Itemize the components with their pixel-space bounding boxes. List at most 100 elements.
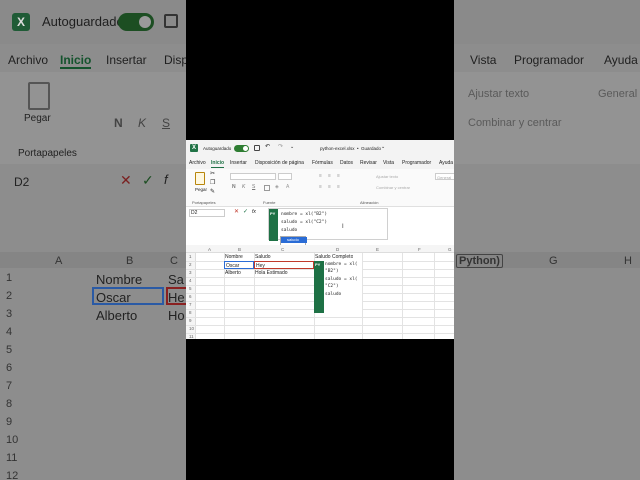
column-header-c[interactable]: C [281,246,284,253]
cell-c1[interactable]: Saludo [254,253,271,261]
column-header-f[interactable]: F [418,246,421,253]
row-number-5[interactable]: 5 [189,285,192,292]
column-header-a[interactable]: A [208,246,211,253]
clipboard-group-label: Portapapeles [192,200,216,205]
autocomplete-item-1-label: saludo [287,237,299,242]
align-top-icon[interactable]: ≡ [319,173,322,180]
row-number-10[interactable]: 10 [189,325,194,332]
tab-programador[interactable]: Programador [402,160,431,167]
tab-insertar[interactable]: Insertar [230,160,247,167]
format-painter-icon[interactable]: ✎ [210,189,215,196]
tab-disposicion[interactable]: Disposición de página [255,160,304,167]
italic-button[interactable]: K [242,184,245,191]
row-number-2[interactable]: 2 [189,261,192,268]
cell-code-line-5: saludo [325,292,342,297]
tab-ayuda[interactable]: Ayuda [439,160,453,167]
cell-c2[interactable]: Hey [254,261,314,269]
align-middle-icon[interactable]: ≡ [328,173,331,180]
cell-b1[interactable]: Nombre [224,253,243,261]
background-tab-programador: Programador [514,53,585,67]
letterbox-bottom-band [186,339,454,480]
chevron-down-icon[interactable]: ⌄ [381,144,385,151]
redo-icon[interactable]: ↷ [278,144,283,151]
align-center-icon[interactable]: ≡ [328,184,331,191]
cell-d2-python-editor[interactable]: PY nombre = xl( "B2") saludo = xl( "C2")… [314,261,362,313]
cell-b2[interactable]: Oscar [224,261,254,269]
name-box[interactable]: D2 [189,209,225,217]
excel-icon: X [190,144,198,152]
title-bar: X Autoguardado ↶ ↷ ⌄ python-excel.xlsx •… [186,140,454,157]
align-right-icon[interactable]: ≡ [337,184,340,191]
excel-window: X Autoguardado ↶ ↷ ⌄ python-excel.xlsx •… [186,140,454,339]
row-number-4[interactable]: 4 [189,277,192,284]
background-row-number-4: 4 [6,326,13,338]
background-row-number-5: 5 [6,344,13,356]
tab-datos[interactable]: Datos [340,160,353,167]
undo-icon[interactable]: ↶ [265,144,270,151]
cut-icon[interactable]: ✂ [210,171,215,178]
row-number-3[interactable]: 3 [189,269,192,276]
cancel-icon[interactable]: ✕ [234,209,239,216]
align-bottom-icon[interactable]: ≡ [337,173,340,180]
tab-archivo[interactable]: Archivo [189,160,206,167]
align-left-icon[interactable]: ≡ [319,184,322,191]
row-number-7[interactable]: 7 [189,301,192,308]
cell-d1[interactable]: Saludo Completo [314,253,353,261]
code-line-1: nombre = xl("B2") [281,212,328,217]
fill-color-icon[interactable]: ◈ [275,184,279,191]
column-header-e[interactable]: E [376,246,379,253]
font-size-box[interactable] [278,173,292,180]
background-tab-ayuda: Ayuda [604,53,638,67]
wrap-text-button[interactable]: Ajustar texto [376,173,398,180]
enter-icon[interactable]: ✓ [243,209,248,216]
tab-vista[interactable]: Vista [383,160,394,167]
font-color-icon[interactable]: A [286,184,289,191]
background-col-g: G [549,255,558,267]
background-row-number-11: 11 [6,452,18,464]
row-number-8[interactable]: 8 [189,309,192,316]
filename: python-excel.xlsx [320,146,355,151]
row-number-9[interactable]: 9 [189,317,192,324]
fx-icon[interactable]: fx [252,209,256,216]
tab-formulas[interactable]: Fórmulas [312,160,333,167]
save-icon[interactable] [254,145,260,151]
paste-label[interactable]: Pegar [195,186,207,193]
save-icon [164,14,178,28]
cell-c3[interactable]: Hola Estimado [254,269,288,277]
background-cell-c1: Sa [168,272,184,287]
background-number-format: General [598,88,638,100]
copy-icon[interactable]: ❐ [210,180,215,187]
borders-icon[interactable] [264,185,270,191]
merge-center-button[interactable]: Combinar y centrar [376,184,410,191]
underline-button[interactable]: S [252,184,255,191]
column-header-b[interactable]: B [238,246,241,253]
clipboard-icon[interactable] [195,172,205,185]
customize-qat-icon[interactable]: ⌄ [290,144,294,151]
number-format-value: General [437,175,452,180]
autosave-toggle[interactable] [234,145,249,152]
font-name-box[interactable] [230,173,276,180]
background-enter-icon: ✓ [142,172,154,188]
background-tab-archivo: Archivo [8,53,49,67]
bold-button[interactable]: N [232,184,236,191]
number-format-box[interactable]: General [435,173,454,180]
background-tab-disp: Disp [164,53,189,67]
background-cell-b1: Nombre [96,272,143,287]
row-number-1[interactable]: 1 [189,253,192,260]
cell-py-badge-text: PY [315,262,321,267]
grid-line [186,325,454,326]
column-header-g[interactable]: G [448,246,452,253]
row-number-6[interactable]: 6 [189,293,192,300]
alignment-group-label: Alineación [360,200,379,205]
background-row-number-2: 2 [6,290,13,302]
background-underline-button: S [162,116,171,130]
tab-inicio[interactable]: Inicio [211,160,225,168]
cell-b3[interactable]: Alberto [224,269,241,277]
background-row-number-3: 3 [6,308,13,320]
background-merge-center: Combinar y centrar [468,117,562,129]
column-header-d[interactable]: D [336,246,339,253]
background-python-tag-text: Python) [459,255,500,267]
background-row-number-8: 8 [6,398,13,410]
background-row-number-1: 1 [6,272,13,284]
tab-revisar[interactable]: Revisar [360,160,377,167]
